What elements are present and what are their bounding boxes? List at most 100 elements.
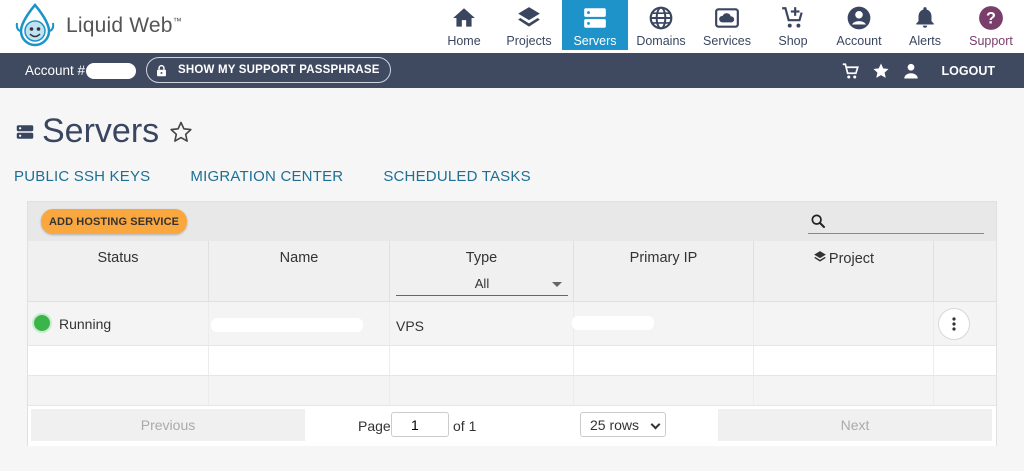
- brand-logo[interactable]: Liquid Web™: [12, 2, 182, 50]
- column-label: Project: [828, 251, 875, 267]
- page-count-label: of 1: [453, 418, 477, 434]
- empty-cell: [209, 376, 390, 405]
- empty-cell: [754, 346, 934, 375]
- status-text: Running: [59, 316, 112, 332]
- nav-label: Shop: [778, 34, 808, 48]
- page-heading: Servers: [16, 112, 193, 151]
- nav-label: Home: [447, 34, 481, 48]
- primary-ip-redacted: [572, 316, 654, 330]
- liquid-web-logo-icon: [15, 3, 55, 47]
- table-row[interactable]: Running VPS: [28, 302, 996, 346]
- server-sublinks: PUBLIC SSH KEYS MIGRATION CENTER SCHEDUL…: [14, 168, 571, 185]
- nav-item-account[interactable]: Account: [826, 0, 892, 50]
- search-input[interactable]: [832, 212, 982, 232]
- favorite-star-icon[interactable]: [169, 120, 193, 144]
- page-title: Servers: [42, 112, 160, 150]
- link-scheduled-tasks[interactable]: SCHEDULED TASKS: [383, 168, 531, 185]
- type-filter-select[interactable]: All: [396, 274, 568, 296]
- table-toolbar: ADD HOSTING SERVICE: [28, 202, 996, 241]
- empty-cell: [574, 376, 754, 405]
- empty-cell: [390, 376, 574, 405]
- empty-cell: [28, 376, 209, 405]
- column-header-type[interactable]: Type All: [390, 241, 574, 302]
- nav-item-servers[interactable]: Servers: [562, 0, 628, 50]
- link-migration-center[interactable]: MIGRATION CENTER: [190, 168, 343, 185]
- chevron-down-icon: [650, 419, 661, 430]
- previous-page-button[interactable]: Previous: [31, 409, 305, 441]
- nav-label: Projects: [506, 34, 552, 48]
- nav-label: Services: [703, 34, 751, 48]
- type-cell: VPS: [390, 302, 574, 345]
- search-box: [808, 210, 984, 234]
- caret-down-icon: [552, 282, 562, 287]
- lock-icon: [157, 64, 166, 76]
- server-name-redacted: [211, 318, 363, 332]
- account-number-label: Account #: [25, 63, 86, 78]
- row-actions-button[interactable]: [938, 308, 970, 340]
- empty-cell: [574, 346, 754, 375]
- column-label: Primary IP: [629, 250, 698, 266]
- nav-item-projects[interactable]: Projects: [496, 0, 562, 50]
- user-icon[interactable]: [902, 62, 920, 80]
- rows-per-page-value: 25 rows: [590, 416, 640, 433]
- page-number-input[interactable]: [391, 412, 449, 437]
- empty-cell: [390, 346, 574, 375]
- type-value: VPS: [396, 318, 425, 334]
- globe-icon: [649, 6, 673, 30]
- home-icon: [453, 8, 475, 27]
- server-icon: [584, 8, 606, 28]
- column-header-actions: [934, 241, 996, 302]
- link-public-ssh-keys[interactable]: PUBLIC SSH KEYS: [14, 168, 150, 185]
- main-nav: Home Projects Servers Domains Services S…: [432, 0, 1024, 53]
- table-row-empty: [28, 346, 996, 376]
- project-cell: [754, 302, 934, 345]
- nav-label: Servers: [573, 34, 617, 48]
- nav-item-domains[interactable]: Domains: [628, 0, 694, 50]
- nav-label: Alerts: [909, 34, 941, 48]
- type-filter-value: All: [474, 276, 490, 291]
- nav-item-services[interactable]: Services: [694, 0, 760, 50]
- column-header-status[interactable]: Status: [28, 241, 209, 302]
- empty-cell: [28, 346, 209, 375]
- account-number-redacted: [86, 63, 136, 79]
- rows-per-page-select[interactable]: 25 rows: [580, 412, 666, 437]
- cart-icon[interactable]: [842, 62, 860, 80]
- column-header-project[interactable]: Project: [754, 241, 934, 302]
- status-running-icon: [32, 313, 52, 333]
- show-passphrase-button[interactable]: SHOW MY SUPPORT PASSPHRASE: [146, 57, 391, 83]
- nav-label: Domains: [636, 34, 686, 48]
- cart-plus-icon: [782, 7, 803, 28]
- layers-icon: [814, 251, 826, 262]
- svg-text:?: ?: [986, 9, 996, 27]
- primary-ip-cell: [572, 302, 754, 345]
- next-page-button[interactable]: Next: [718, 409, 992, 441]
- layers-icon: [518, 7, 540, 27]
- page-label: Page: [358, 418, 391, 434]
- search-icon: [811, 214, 825, 228]
- nav-item-home[interactable]: Home: [432, 0, 496, 50]
- user-circle-icon: [847, 6, 871, 30]
- servers-table-panel: ADD HOSTING SERVICE Status Name Type All…: [27, 201, 997, 446]
- column-label: Name: [279, 250, 319, 266]
- column-header-name[interactable]: Name: [209, 241, 390, 302]
- column-label: Status: [97, 250, 139, 266]
- name-cell: [209, 302, 390, 345]
- logout-button[interactable]: LOGOUT: [942, 64, 995, 78]
- empty-cell: [754, 376, 934, 405]
- nav-item-shop[interactable]: Shop: [760, 0, 826, 50]
- table-row-empty: [28, 376, 996, 406]
- table-header: Status Name Type All Primary IP Project: [28, 241, 996, 302]
- star-icon[interactable]: [872, 62, 890, 80]
- bell-icon: [916, 7, 934, 28]
- nav-item-support[interactable]: ? Support: [958, 0, 1024, 50]
- brand-name: Liquid Web™: [66, 14, 182, 37]
- top-navigation: Liquid Web™ Home Projects Servers Domain…: [0, 0, 1024, 53]
- add-hosting-service-button[interactable]: ADD HOSTING SERVICE: [41, 209, 188, 234]
- account-actions: LOGOUT: [842, 53, 1024, 88]
- actions-cell: [934, 302, 996, 345]
- empty-cell: [209, 346, 390, 375]
- passphrase-label: SHOW MY SUPPORT PASSPHRASE: [178, 64, 380, 76]
- column-label: Type: [465, 250, 498, 266]
- column-header-primary-ip[interactable]: Primary IP: [574, 241, 754, 302]
- nav-item-alerts[interactable]: Alerts: [892, 0, 958, 50]
